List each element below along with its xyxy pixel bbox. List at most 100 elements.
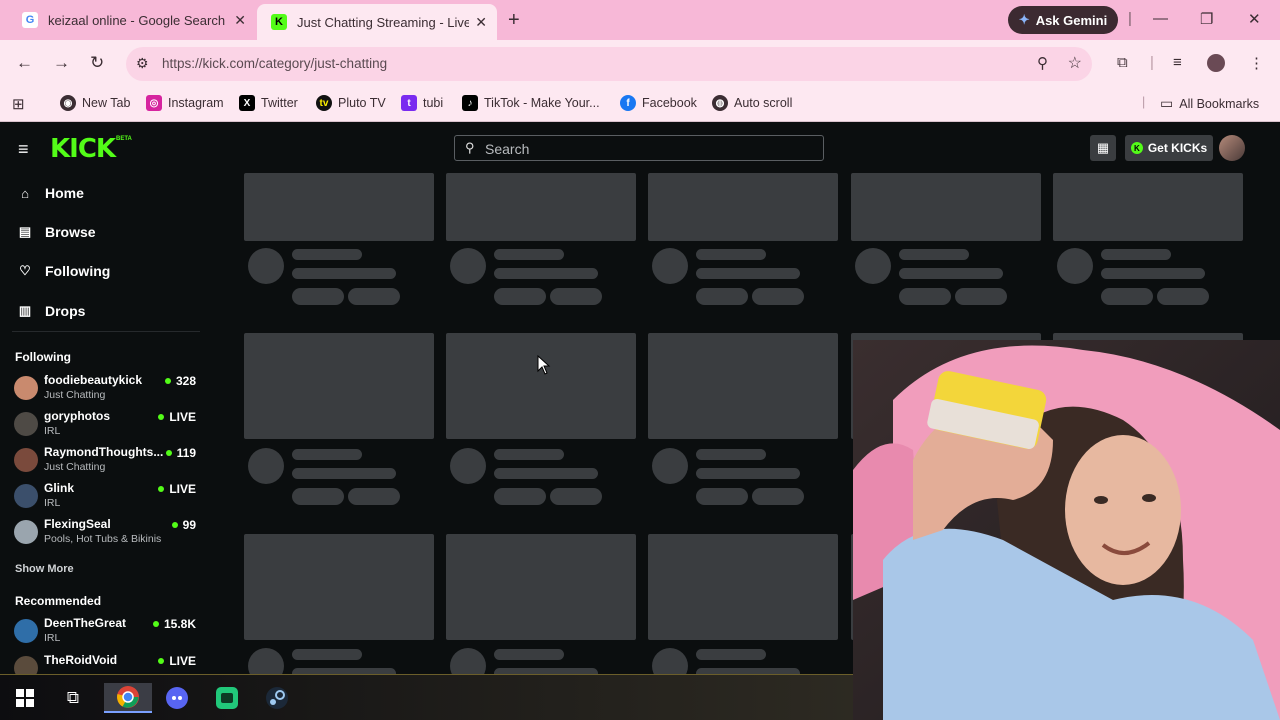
bookmark-tiktok[interactable]: ♪ TikTok - Make Your... <box>462 95 600 111</box>
new-tab-button[interactable]: + <box>508 9 520 32</box>
bookmark-label: TikTok - Make Your... <box>484 96 600 110</box>
gemini-label: Ask Gemini <box>1035 12 1108 28</box>
bookmark-instagram[interactable]: ◎ Instagram <box>146 95 224 111</box>
avatar <box>14 656 38 674</box>
windows-taskbar: ⧉ <box>0 674 853 720</box>
bookmark-pluto-tv[interactable]: tv Pluto TV <box>316 95 386 111</box>
following-channel[interactable]: foodiebeautykick Just Chatting 328 <box>14 373 200 407</box>
address-bar[interactable]: ⚙ https://kick.com/category/just-chattin… <box>126 47 1092 81</box>
bookmark-twitter[interactable]: X Twitter <box>239 95 298 111</box>
avatar-placeholder <box>652 648 688 674</box>
bookmark-star-icon[interactable]: ☆ <box>1068 53 1082 73</box>
following-channel[interactable]: FlexingSeal Pools, Hot Tubs & Bikinis 99 <box>14 517 200 551</box>
media-controls-icon[interactable]: ≡ <box>1173 54 1182 71</box>
following-channel[interactable]: goryphotos IRL LIVE <box>14 409 200 443</box>
viewer-count: 15.8K <box>152 617 196 631</box>
tag-placeholder <box>899 288 951 305</box>
following-channel[interactable]: RaymondThoughts... Just Chatting 119 <box>14 445 200 479</box>
windows-start-icon[interactable] <box>10 683 40 713</box>
avatar <box>14 619 38 643</box>
back-icon[interactable]: ← <box>16 53 33 73</box>
url-text: https://kick.com/category/just-chatting <box>162 56 388 71</box>
bookmark-label: Instagram <box>168 96 224 110</box>
all-bookmarks[interactable]: ▭ All Bookmarks <box>1160 95 1259 112</box>
text-line-placeholder <box>696 649 766 660</box>
kick-icon: K <box>271 14 287 30</box>
tag-placeholder <box>292 488 344 505</box>
task-view-icon[interactable]: ⧉ <box>58 683 88 713</box>
sidebar-item-label: Following <box>45 263 111 279</box>
ask-gemini-button[interactable]: ✦ Ask Gemini <box>1008 6 1118 34</box>
extensions-icon[interactable]: ⧉ <box>1117 54 1128 71</box>
search-input[interactable]: ⚲ Search <box>454 135 824 161</box>
app-icon[interactable] <box>212 683 242 713</box>
text-line-placeholder <box>494 268 598 279</box>
discord-icon[interactable] <box>162 683 192 713</box>
reload-icon[interactable]: ↻ <box>90 53 104 73</box>
live-dot-icon <box>158 414 165 420</box>
avatar-placeholder <box>248 448 284 484</box>
avatar[interactable] <box>1219 135 1245 161</box>
apps-icon[interactable]: ⊞ <box>12 95 25 113</box>
tiktok-icon: ♪ <box>462 95 478 111</box>
chrome-icon[interactable] <box>104 683 152 713</box>
close-tab-icon[interactable]: ✕ <box>234 12 246 29</box>
text-line-placeholder <box>1101 249 1171 260</box>
show-more-link[interactable]: Show More <box>15 563 74 575</box>
sidebar-item-following[interactable]: ♡ Following <box>18 263 110 279</box>
viewer-count-label: LIVE <box>169 482 196 496</box>
sidebar-item-browse[interactable]: ▤ Browse <box>18 224 96 240</box>
close-window-icon[interactable]: ✕ <box>1248 10 1261 28</box>
recommended-channel[interactable]: TheRoidVoid LIVE <box>14 653 200 674</box>
steam-icon[interactable] <box>262 683 292 713</box>
channel-name: Glink <box>44 481 75 495</box>
bookmark-tubi[interactable]: t tubi <box>401 95 443 111</box>
tag-placeholder <box>752 288 804 305</box>
bookmark-auto-scroll[interactable]: ◍ Auto scroll <box>712 95 792 111</box>
forward-icon[interactable]: → <box>53 53 70 73</box>
kick-logo[interactable]: KICK <box>50 134 116 164</box>
sidebar-item-drops[interactable]: ▥ Drops <box>18 303 86 319</box>
live-dot-icon <box>152 621 159 627</box>
folder-icon: ▭ <box>1160 95 1174 111</box>
minimize-icon[interactable]: — <box>1153 10 1168 27</box>
search-icon: ⚲ <box>465 140 475 155</box>
restore-icon[interactable]: ❐ <box>1200 10 1213 28</box>
recommended-channel[interactable]: DeenTheGreat IRL 15.8K <box>14 616 200 650</box>
viewer-count: LIVE <box>158 410 196 424</box>
search-placeholder: Search <box>485 141 530 157</box>
get-kicks-button[interactable]: K Get KICKs <box>1125 135 1213 161</box>
viewer-count-label: 119 <box>176 446 196 460</box>
channel-name: DeenTheGreat <box>44 616 127 630</box>
thumbnail-placeholder <box>851 173 1041 241</box>
text-line-placeholder <box>494 649 564 660</box>
following-channel[interactable]: Glink IRL LIVE <box>14 481 200 515</box>
text-line-placeholder <box>1101 268 1205 279</box>
tab-title: Just Chatting Streaming - Live S <box>297 14 469 30</box>
bookmark-new-tab[interactable]: ◉ New Tab <box>60 95 130 111</box>
channel-category: IRL <box>44 632 61 644</box>
site-info-icon[interactable]: ⚙ <box>136 55 149 72</box>
kick-header: ≡ KICK BETA ⚲ Search ▦ K Get KICKs <box>0 123 1280 173</box>
sidebar-item-home[interactable]: ⌂ Home <box>18 185 84 201</box>
text-line-placeholder <box>292 649 362 660</box>
avatar <box>14 484 38 508</box>
tag-placeholder <box>752 488 804 505</box>
channel-category: Pools, Hot Tubs & Bikinis <box>44 533 162 545</box>
chrome-menu-icon[interactable]: ⋮ <box>1249 54 1264 72</box>
bookmark-facebook[interactable]: f Facebook <box>620 95 697 111</box>
tag-placeholder <box>955 288 1007 305</box>
tab-kick[interactable]: K Just Chatting Streaming - Live S ✕ <box>257 4 497 40</box>
tab-google-search[interactable]: G keizaal online - Google Search ✕ <box>8 6 256 34</box>
avatar <box>14 448 38 472</box>
layout-toggle-icon[interactable]: ▦ <box>1090 135 1116 161</box>
close-tab-icon[interactable]: ✕ <box>475 14 487 31</box>
profile-icon[interactable] <box>1207 54 1225 72</box>
zoom-icon[interactable]: ⚲ <box>1037 54 1048 72</box>
sidebar-item-label: Home <box>45 185 84 201</box>
avatar-placeholder <box>652 248 688 284</box>
live-dot-icon <box>171 522 178 528</box>
browser-toolbar: ← → ↻ ⚙ https://kick.com/category/just-c… <box>0 40 1280 88</box>
tag-placeholder <box>696 288 748 305</box>
hamburger-menu-icon[interactable]: ≡ <box>18 139 29 160</box>
